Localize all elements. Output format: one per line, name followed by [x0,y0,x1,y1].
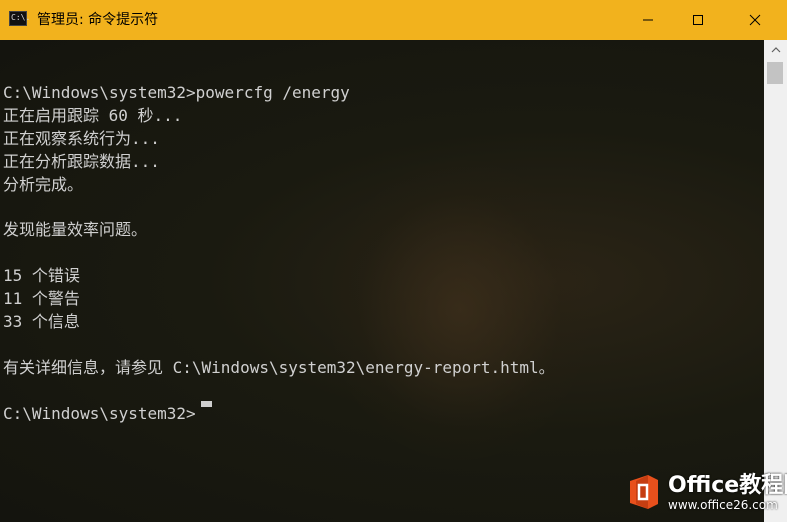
terminal-line: 正在启用跟踪 60 秒... [3,105,183,125]
cmd-window: C:\. 管理员: 命令提示符 C:\Windows\system32>powe… [0,0,787,522]
close-button[interactable] [732,0,778,40]
window-title: 管理员: 命令提示符 [37,12,159,28]
terminal-line: 正在观察系统行为... [3,128,160,148]
watermark-url: www.office26.com [668,498,778,512]
terminal-output[interactable]: C:\Windows\system32>powercfg /energy 正在启用… [3,59,555,426]
cmd-icon-label: C:\. [11,13,31,22]
terminal-line: 11 个警告 [3,289,80,309]
maximize-button[interactable] [675,0,721,40]
terminal-line: 有关详细信息，请参见 C:\Windows\system32\energy-re… [3,357,555,377]
watermark: Office教程网 www.office26.com [622,468,787,520]
terminal-line: 33 个信息 [3,311,80,331]
minimize-button[interactable] [625,0,671,40]
watermark-title: Office教程网 [668,473,787,498]
scroll-up-button[interactable] [764,40,787,60]
cmd-icon[interactable]: C:\. [9,11,31,26]
scroll-thumb[interactable] [767,62,783,84]
terminal-line: 15 个错误 [3,266,80,286]
console-area[interactable]: C:\Windows\system32>powercfg /energy 正在启用… [0,40,787,522]
vertical-scrollbar[interactable] [764,40,787,522]
terminal-line: 正在分析跟踪数据... [3,151,160,171]
terminal-line: C:\Windows\system32>powercfg /energy [3,82,350,102]
chevron-up-icon [771,47,780,53]
title-bar[interactable]: C:\. 管理员: 命令提示符 [0,0,787,40]
terminal-line: C:\Windows\system32> [3,403,196,423]
minimize-icon [643,19,653,21]
maximize-icon [693,15,703,25]
close-icon [749,14,761,26]
text-cursor [201,401,212,407]
terminal-line: 发现能量效率问题。 [3,220,148,240]
terminal-line: 分析完成。 [3,174,84,194]
office-logo-icon [630,475,658,509]
